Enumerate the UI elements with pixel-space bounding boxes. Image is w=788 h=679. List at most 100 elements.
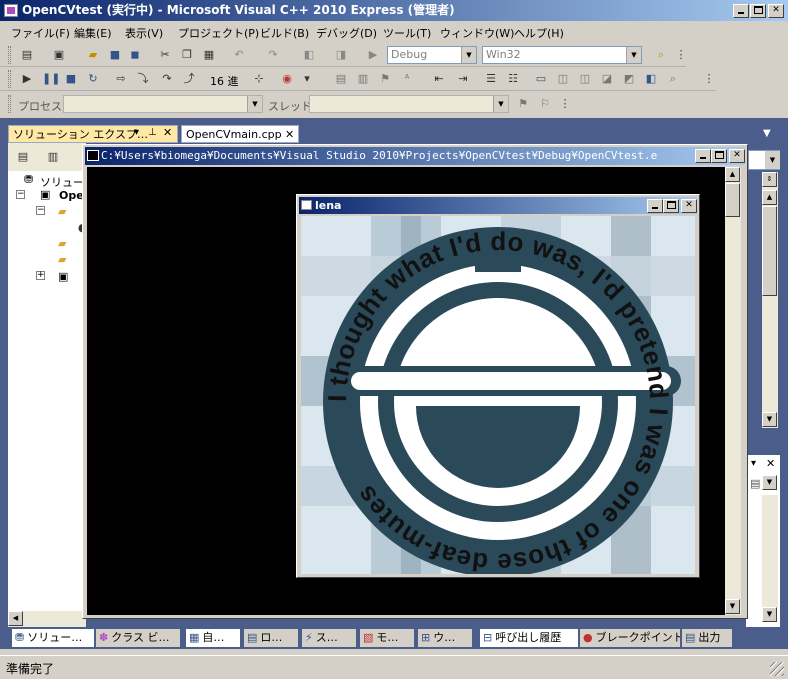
image-window[interactable]: lena ✕ I thought what I'd do was, I'd pr… [296,194,700,578]
thread-combo[interactable]: ▼ [309,95,509,113]
prev-bookmark-folder-icon[interactable]: ◪ [600,72,614,86]
comment-out-icon[interactable]: ☰ [484,72,498,86]
chevron-down-icon[interactable]: ▾ [300,72,314,86]
scroll-thumb[interactable] [762,206,777,296]
step-into-icon[interactable]: ⤵ [136,72,150,86]
tab-threads[interactable]: ⚡ ス… [302,629,356,647]
toolbar-options-icon[interactable]: ⋮ [702,72,716,86]
navigate-forward-icon[interactable]: ◨ [334,48,348,62]
show-all-files-icon[interactable]: ▥ [46,150,60,164]
tab-output[interactable]: ▤ 出力 [682,629,732,647]
find-in-files-icon[interactable]: ⌕ [654,48,668,62]
scroll-thumb[interactable] [725,183,740,217]
bookmark-toggle-icon[interactable]: ▭ [534,72,548,86]
image-close-button[interactable]: ✕ [681,199,697,213]
tab-modules[interactable]: ▧ モ… [360,629,414,647]
navigate-back-icon[interactable]: ◧ [302,48,316,62]
minimize-button[interactable] [733,4,749,18]
scroll-up-icon[interactable]: ▲ [725,167,740,182]
tab-solution-explorer-bottom[interactable]: ⛃ ソリュー… [12,629,94,647]
break-all-icon[interactable]: ❚❚ [42,72,60,86]
pin-icon[interactable]: ⊥ [148,127,157,138]
tab-call-stack[interactable]: ⊟ 呼び出し履歴 [480,629,578,647]
tab-watch[interactable]: ⊞ ウ… [418,629,472,647]
resize-grip-icon[interactable] [770,662,784,676]
clear-bookmarks-icon[interactable]: ◧ [644,72,658,86]
continue-icon[interactable]: ▶ [20,72,34,86]
properties-icon[interactable]: ▤ [16,150,30,164]
menu-window[interactable]: ウィンドウ(W) [440,25,514,41]
menu-view[interactable]: 表示(V) [125,25,163,41]
comment-icon[interactable]: ▤ [334,72,348,86]
window-position-icon[interactable]: ▾ [751,458,756,469]
folder-icon[interactable]: ▰ [58,205,66,218]
rename-icon[interactable]: ᴬ [400,72,414,86]
process-combo[interactable]: ▼ [63,95,263,113]
toolbar-options-icon[interactable]: ⋮ [674,48,688,62]
menu-tools[interactable]: ツール(T) [383,25,431,41]
start-debug-icon[interactable]: ▶ [366,48,380,62]
decrease-indent-icon[interactable]: ⇤ [432,72,446,86]
member-combo[interactable]: ▼ [748,150,780,170]
console-scrollbar[interactable]: ▲ ▼ [725,167,741,615]
menu-file[interactable]: ファイル(F) [11,25,70,41]
breakpoints-window-icon[interactable]: ◉ [280,72,294,86]
next-bookmark-icon[interactable]: ◫ [578,72,592,86]
split-icon[interactable]: ⇕ [762,172,777,187]
image-maximize-button[interactable] [663,199,679,213]
console-maximize-button[interactable] [711,149,727,163]
menu-build[interactable]: ビルド(B) [260,25,309,41]
console-minimize-button[interactable] [695,149,711,163]
scroll-left-icon[interactable]: ◀ [8,611,23,626]
image-minimize-button[interactable] [647,199,663,213]
step-out-icon[interactable]: ⤴ [182,72,196,86]
tab-autos[interactable]: ▦ 自… [186,629,240,647]
tree-collapse-icon[interactable]: − [36,206,45,215]
tree-collapse-icon[interactable]: − [16,190,25,199]
toolbar-options-icon[interactable]: ⋮ [558,97,572,111]
stop-debug-icon[interactable]: ■ [64,72,78,86]
scroll-down-icon[interactable]: ▼ [762,607,777,622]
find-icon[interactable]: ⌕ [666,72,680,86]
window-position-icon[interactable]: ▾ [134,127,139,138]
step-over-icon[interactable]: ↷ [160,72,174,86]
increase-indent-icon[interactable]: ⇥ [456,72,470,86]
bookmark-icon[interactable]: ⚑ [378,72,392,86]
tab-class-view[interactable]: ✽ クラス ビ… [96,629,180,647]
tree-project-label[interactable]: Ope [59,189,84,202]
menu-project[interactable]: プロジェクト(P) [178,25,259,41]
restart-icon[interactable]: ↻ [86,72,100,86]
new-project-icon[interactable]: ▤ [20,48,34,62]
menu-debug[interactable]: デバッグ(D) [316,25,377,41]
uncomment-icon[interactable]: ▥ [356,72,370,86]
scroll-down-icon[interactable]: ▼ [725,599,740,614]
menu-edit[interactable]: 編集(E) [74,25,112,41]
tree-expand-icon[interactable]: + [36,271,45,280]
close-icon[interactable]: ✕ [163,126,172,139]
prev-bookmark-icon[interactable]: ◫ [556,72,570,86]
folder-icon[interactable]: ▰ [58,253,66,266]
quick-watch-icon[interactable]: ⊹ [252,72,266,86]
configuration-combo[interactable]: Debug ▼ [387,46,477,64]
scroll-down-icon[interactable]: ▼ [762,412,777,427]
platform-combo[interactable]: Win32 ▼ [482,46,642,64]
save-all-icon[interactable]: ◼ [128,48,142,62]
next-bookmark-folder-icon[interactable]: ◩ [622,72,636,86]
tab-editor-file[interactable]: OpenCVmain.cpp ✕ [181,125,299,143]
show-next-statement-icon[interactable]: ⇨ [114,72,128,86]
folder-icon[interactable]: ▰ [58,237,66,250]
flag-threads-icon[interactable]: ⚐ [538,97,552,111]
undo-icon[interactable]: ↶ [232,48,246,62]
console-close-button[interactable]: ✕ [729,149,745,163]
close-icon[interactable]: ✕ [285,126,294,142]
editor-vertical-scrollbar[interactable]: ⇕ ▲ ▼ [762,172,778,428]
hex-display-toggle[interactable]: 16 進 [210,73,239,89]
menu-help[interactable]: ヘルプ(H) [514,25,564,41]
chevron-down-icon[interactable]: ▼ [762,475,777,490]
paste-icon[interactable]: ▦ [202,48,216,62]
tab-locals[interactable]: ▤ ロ… [244,629,298,647]
copy-icon[interactable]: ❐ [180,48,194,62]
close-icon[interactable]: ✕ [766,457,775,470]
open-icon[interactable]: ▰ [86,48,100,62]
toggle-flag-icon[interactable]: ⚑ [516,97,530,111]
